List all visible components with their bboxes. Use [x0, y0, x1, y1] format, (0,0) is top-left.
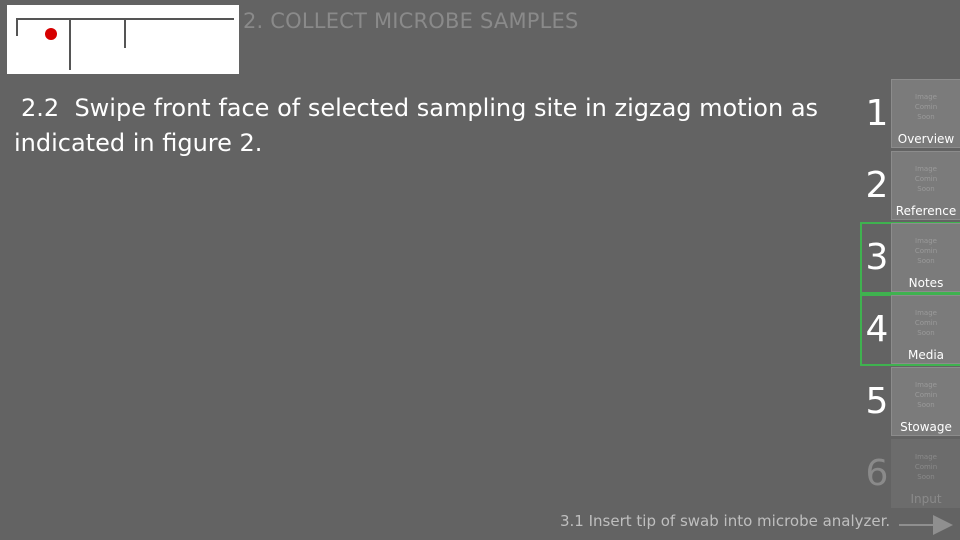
step-instruction: 2.2 Swipe front face of selected samplin…: [14, 91, 834, 161]
step-number: 2.2: [21, 94, 60, 122]
tab-number: 1: [865, 93, 889, 134]
tab-number: 5: [865, 381, 889, 422]
image-placeholder: Image Comin Soon: [914, 165, 938, 193]
tab-overview[interactable]: 1 Image Comin Soon Overview: [860, 78, 960, 150]
tab-stowage[interactable]: 5 Image Comin Soon Stowage: [860, 366, 960, 438]
tab-reference[interactable]: 2 Image Comin Soon Reference: [860, 150, 960, 222]
current-step-marker: [45, 28, 57, 40]
image-placeholder: Image Comin Soon: [914, 453, 938, 481]
tab-label: Reference: [895, 204, 957, 218]
tab-number: 4: [865, 309, 889, 350]
arrow-right-icon[interactable]: [897, 513, 955, 537]
progress-track-branch: [69, 18, 71, 70]
tab-label: Overview: [897, 132, 955, 146]
step-text: Swipe front face of selected sampling si…: [14, 94, 819, 157]
tab-label: Media: [907, 348, 945, 362]
tab-label: Input: [910, 492, 942, 506]
section-title: 2. COLLECT MICROBE SAMPLES: [243, 9, 579, 33]
tab-thumbnail: Image Comin Soon Media: [891, 295, 960, 364]
progress-track-branch: [124, 18, 126, 48]
tab-label: Stowage: [900, 420, 952, 434]
tab-notes[interactable]: 3 Image Comin Soon Notes: [860, 222, 960, 294]
image-placeholder: Image Comin Soon: [914, 93, 938, 121]
tab-thumbnail: Image Comin Soon Stowage: [891, 367, 960, 436]
tab-media[interactable]: 4 Image Comin Soon Media: [860, 294, 960, 366]
tab-thumbnail: Image Comin Soon Input: [891, 439, 960, 508]
tab-input: 6 Image Comin Soon Input: [860, 438, 960, 510]
next-step-preview[interactable]: 3.1 Insert tip of swab into microbe anal…: [560, 512, 890, 530]
tab-number: 3: [865, 237, 889, 278]
procedure-progress-map[interactable]: [7, 5, 239, 74]
progress-track-branch: [16, 18, 18, 36]
tab-number: 6: [865, 453, 889, 494]
tab-thumbnail: Image Comin Soon Notes: [891, 223, 960, 292]
image-placeholder: Image Comin Soon: [914, 381, 938, 409]
image-placeholder: Image Comin Soon: [914, 237, 938, 265]
tab-thumbnail: Image Comin Soon Reference: [891, 151, 960, 220]
tab-number: 2: [865, 165, 889, 206]
image-placeholder: Image Comin Soon: [914, 309, 938, 337]
tab-label: Notes: [908, 276, 944, 290]
tab-thumbnail: Image Comin Soon Overview: [891, 79, 960, 148]
